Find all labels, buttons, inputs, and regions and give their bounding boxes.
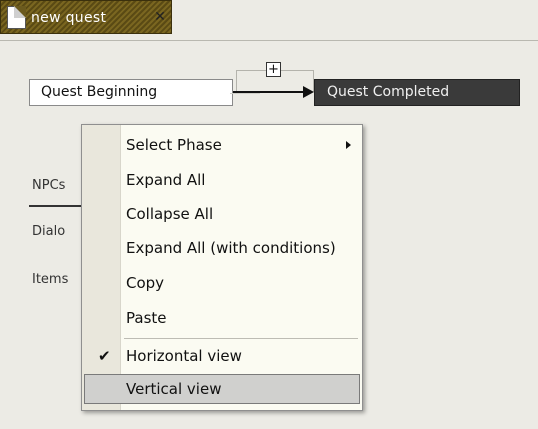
menu-item-copy[interactable]: Copy — [84, 268, 360, 298]
context-menu: Select Phase Expand All Collapse All Exp… — [81, 124, 363, 411]
section-label-npcs[interactable]: NPCs — [32, 178, 82, 193]
menu-item-vertical-view[interactable]: Vertical view — [84, 374, 360, 404]
menu-item-expand-all-with-conditions[interactable]: Expand All (with conditions) — [84, 233, 360, 263]
menu-item-paste[interactable]: Paste — [84, 303, 360, 333]
phase-node-label: Quest Completed — [327, 84, 450, 100]
menu-item-label: Expand All (with conditions) — [126, 239, 336, 257]
menu-item-label: Copy — [126, 274, 165, 292]
menu-item-label: Horizontal view — [126, 347, 242, 365]
menu-item-label: Collapse All — [126, 205, 214, 223]
section-label-dialogue[interactable]: Dialo — [32, 224, 81, 239]
add-phase-button[interactable]: + — [266, 62, 281, 77]
menu-item-collapse-all[interactable]: Collapse All — [84, 199, 360, 229]
menu-item-label: Paste — [126, 309, 167, 327]
phase-node-handle — [230, 93, 260, 94]
menu-item-horizontal-view[interactable]: ✔ Horizontal view — [84, 341, 360, 371]
section-label-items[interactable]: Items — [32, 272, 81, 287]
arrow-right-icon — [303, 86, 314, 98]
close-icon[interactable]: ✕ — [151, 7, 169, 27]
tab-title: new quest — [31, 10, 107, 26]
phase-node-label: Quest Beginning — [41, 84, 158, 100]
phase-connector-line — [233, 91, 305, 93]
document-icon — [7, 6, 26, 29]
menu-item-label: Vertical view — [126, 380, 222, 398]
checkmark-icon: ✔ — [98, 347, 111, 365]
submenu-arrow-icon — [346, 141, 351, 149]
menu-item-expand-all[interactable]: Expand All — [84, 165, 360, 195]
phase-node-quest-completed[interactable]: Quest Completed — [314, 79, 520, 106]
tab-strip: new quest ✕ — [0, 0, 538, 41]
phase-node-quest-beginning[interactable]: Quest Beginning — [29, 79, 260, 106]
menu-item-label: Expand All — [126, 171, 206, 189]
menu-item-select-phase[interactable]: Select Phase — [84, 130, 360, 160]
tab-new-quest[interactable]: new quest ✕ — [0, 0, 172, 34]
menu-separator — [124, 338, 358, 339]
menu-item-label: Select Phase — [126, 136, 222, 154]
section-divider — [29, 205, 84, 207]
